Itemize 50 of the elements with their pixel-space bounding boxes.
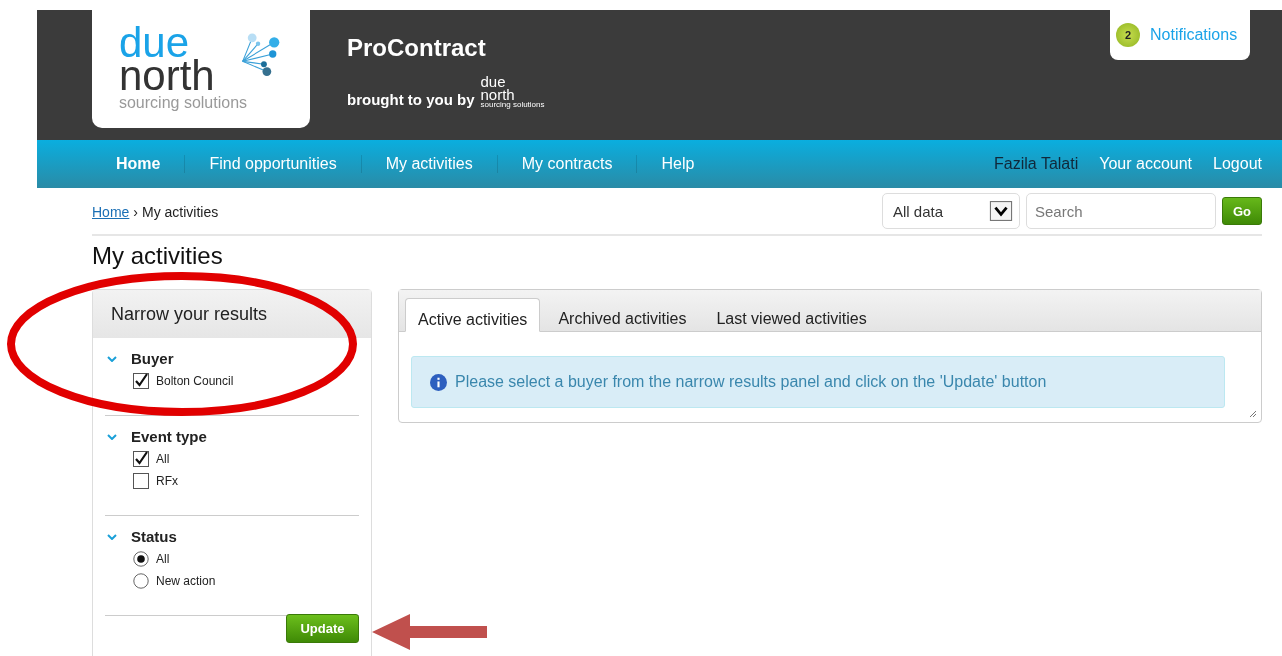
breadcrumb-current: My activities [142, 204, 219, 220]
resize-grip-icon[interactable] [1249, 410, 1257, 418]
nav-link[interactable]: Home [92, 155, 186, 173]
tagline: brought to you by [347, 91, 475, 109]
caret-icon [989, 201, 1013, 221]
panel-title: Narrow your results [93, 290, 371, 338]
info-icon [430, 373, 447, 391]
logo-text: north [118, 59, 215, 93]
page-title: My activities [92, 242, 224, 270]
radio-button[interactable] [133, 573, 149, 589]
logo-text: sourcing solutions [480, 101, 545, 109]
logo-text: due [480, 76, 506, 89]
nav-link[interactable]: Logout [1192, 155, 1262, 173]
user-name: Fazila Talati [994, 155, 1079, 173]
logo-text: north [480, 88, 515, 102]
breadcrumb-link[interactable]: Home [92, 204, 130, 220]
logo-text: due [118, 25, 190, 60]
group-title: Status [131, 528, 177, 545]
notification-count: 2 [1116, 23, 1140, 47]
info-message: Please select a buyer from the narrow results panel and click on the 'Update' button [455, 373, 1047, 391]
nav-link[interactable]: Find opportunities [185, 155, 362, 173]
chevron-icon[interactable] [107, 433, 117, 440]
nav-link[interactable]: My contracts [497, 155, 638, 173]
option-label: New action [156, 574, 216, 588]
chevron-icon[interactable] [107, 355, 117, 362]
update-button[interactable]: Update [286, 614, 359, 643]
tab[interactable]: Archived activities [546, 298, 699, 332]
scope-dropdown[interactable]: All data [882, 193, 1020, 229]
notifications-link[interactable]: 2 Notifications [1110, 10, 1250, 60]
search-field[interactable]: Search [1026, 193, 1216, 229]
group-title: Event type [131, 428, 207, 445]
option-label: All [156, 452, 170, 466]
nav-link[interactable]: Your account [1078, 155, 1193, 173]
site-title: ProContract [347, 34, 487, 62]
group-title: Buyer [131, 350, 174, 367]
nav-link[interactable]: My activities [361, 155, 498, 173]
option-label: RFx [156, 474, 178, 488]
checkbox[interactable] [133, 373, 149, 389]
option-label: Bolton Council [156, 374, 234, 388]
radio-button[interactable] [133, 551, 149, 567]
chevron-icon[interactable] [107, 533, 117, 540]
breadcrumb-separator: › [133, 204, 139, 220]
logo-text: sourcing solutions [118, 93, 248, 113]
option-label: All [156, 552, 170, 566]
nav-link[interactable]: Help [637, 155, 719, 173]
checkbox[interactable] [133, 451, 149, 467]
tab[interactable]: Active activities [405, 298, 541, 332]
go-button[interactable]: Go [1222, 197, 1262, 225]
tab[interactable]: Last viewed activities [704, 298, 879, 332]
checkbox[interactable] [133, 473, 149, 489]
